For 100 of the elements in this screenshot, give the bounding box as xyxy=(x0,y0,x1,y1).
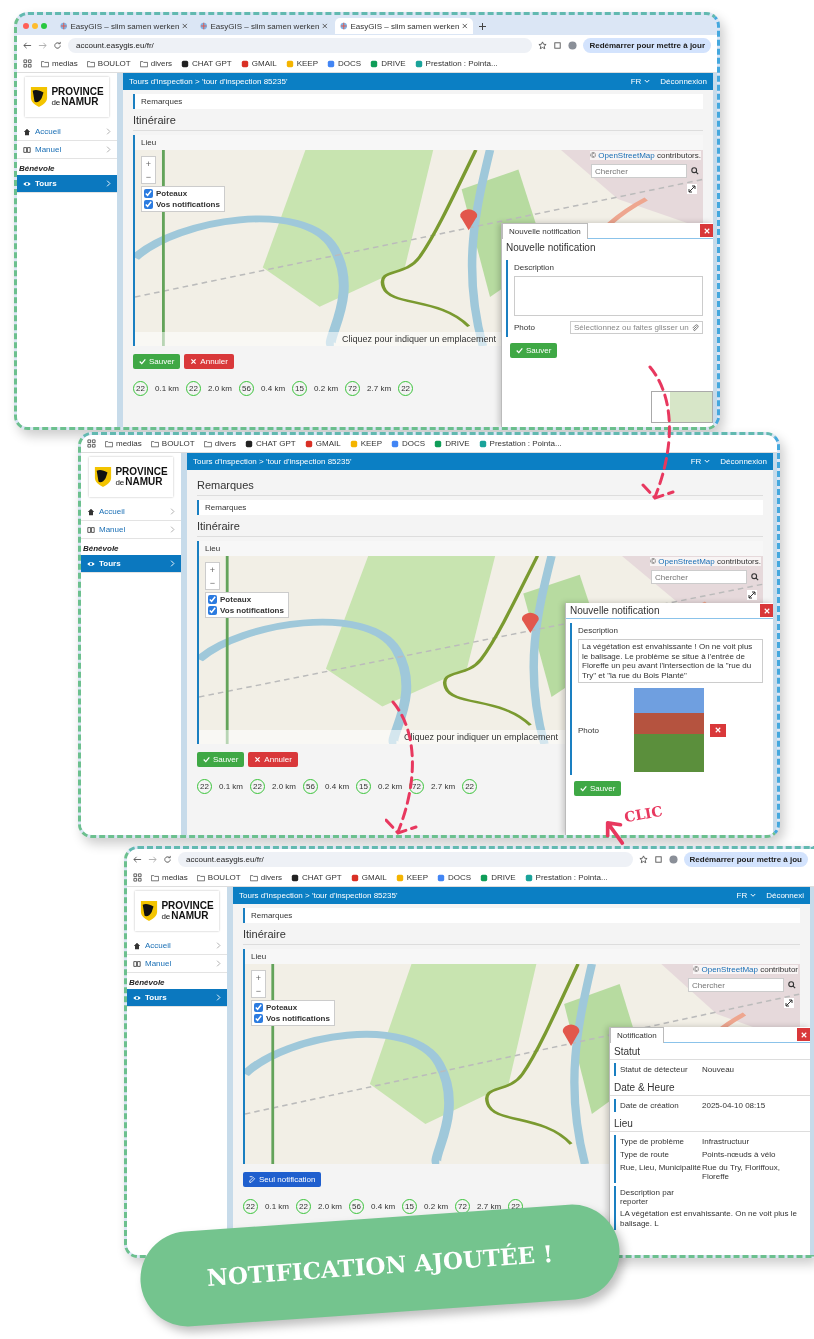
breadcrumb[interactable]: Tours d'inspection > 'tour d'inspection 85235' xyxy=(193,457,681,466)
back-icon[interactable] xyxy=(23,40,32,50)
bookmark[interactable]: divers xyxy=(203,439,237,448)
bookmark[interactable]: divers xyxy=(249,873,283,882)
close-button[interactable] xyxy=(760,604,773,617)
search-field[interactable]: Chercher xyxy=(651,570,747,584)
breadcrumb[interactable]: Tours d'inspection > 'tour d'inspection 85235' xyxy=(239,891,727,900)
bookmark[interactable]: CHAT GPT xyxy=(245,439,296,448)
cancel-button[interactable]: Annuler xyxy=(248,752,298,767)
close-button[interactable] xyxy=(797,1028,810,1041)
attribution-link[interactable]: OpenStreetMap xyxy=(658,557,715,566)
search-field[interactable]: Chercher xyxy=(688,978,784,992)
close-icon[interactable] xyxy=(182,23,188,29)
nav-item[interactable]: Accueil xyxy=(17,123,117,141)
close-icon[interactable] xyxy=(462,23,468,29)
new-tab-icon[interactable] xyxy=(479,22,486,30)
logout-link[interactable]: Déconnexion xyxy=(660,77,707,86)
attribution-link[interactable]: OpenStreetMap xyxy=(701,965,758,974)
bookmark[interactable]: DOCS xyxy=(391,439,426,448)
bookmark[interactable]: medias xyxy=(151,873,188,882)
bookmark[interactable]: DRIVE xyxy=(370,59,406,68)
field-label: Description par reporter xyxy=(620,1188,675,1206)
star-icon[interactable] xyxy=(538,40,548,50)
bookmark[interactable]: DRIVE xyxy=(434,439,470,448)
bookmark[interactable]: BOULOT xyxy=(86,59,131,68)
checkbox[interactable] xyxy=(208,595,217,604)
nav-item[interactable]: Tours xyxy=(17,175,117,193)
bookmark[interactable]: divers xyxy=(139,59,173,68)
close-button[interactable] xyxy=(700,224,713,237)
browser-tab[interactable]: EasyGIS – slim samen werken xyxy=(335,18,473,34)
reload-icon[interactable] xyxy=(53,40,62,50)
language-selector[interactable]: FR xyxy=(630,77,651,86)
bookmark[interactable]: GMAIL xyxy=(240,59,277,68)
bookmark[interactable]: medias xyxy=(41,59,78,68)
restart-button[interactable]: Redémarrer pour mettre à jour xyxy=(583,37,711,53)
back-icon[interactable] xyxy=(133,854,142,864)
language-selector[interactable]: FR xyxy=(690,457,711,466)
attribution-link[interactable]: OpenStreetMap xyxy=(598,151,655,160)
search-icon[interactable] xyxy=(751,573,759,581)
attribution: © OpenStreetMap contributors. xyxy=(590,151,701,160)
search-icon[interactable] xyxy=(691,167,699,175)
logout-link[interactable]: Déconnexi xyxy=(766,891,804,900)
search-field[interactable]: Chercher xyxy=(591,164,687,178)
bookmark[interactable]: BOULOT xyxy=(196,873,241,882)
description-field[interactable]: La végétation est envahissante ! On ne voit plus le balisage. Le problème se situe à l'entrée de Floreffe un peu avant l'intersection de la "rue du Try" et "la rue du Bois Planté" xyxy=(578,639,763,684)
reload-icon[interactable] xyxy=(163,854,172,864)
checkbox[interactable] xyxy=(208,606,217,615)
checkbox[interactable] xyxy=(144,200,153,209)
avatar-icon[interactable] xyxy=(668,854,678,864)
remove-photo-button[interactable] xyxy=(710,723,726,737)
bookmark[interactable]: GMAIL xyxy=(350,873,387,882)
apps-grid-icon[interactable] xyxy=(133,873,142,882)
extension-icon[interactable] xyxy=(653,854,663,864)
bookmark[interactable]: GMAIL xyxy=(304,439,341,448)
browser-tab[interactable]: EasyGIS – slim samen werken xyxy=(195,18,333,34)
checkbox[interactable] xyxy=(144,189,153,198)
nav-item[interactable]: Manuel xyxy=(81,521,181,539)
bookmark[interactable]: BOULOT xyxy=(150,439,195,448)
checkbox[interactable] xyxy=(254,1003,263,1012)
checkbox[interactable] xyxy=(254,1014,263,1023)
edit-button[interactable]: Seul notification xyxy=(243,1172,322,1187)
star-icon[interactable] xyxy=(638,854,648,864)
cancel-button[interactable]: Annuler xyxy=(184,354,234,369)
nav-item[interactable]: Accueil xyxy=(127,937,227,955)
bookmark[interactable]: Prestation : Pointa... xyxy=(414,59,498,68)
address-bar[interactable]: account.easygis.eu/fr/ xyxy=(178,851,633,867)
close-icon xyxy=(703,227,710,234)
close-icon[interactable] xyxy=(322,23,328,29)
restart-button[interactable]: Redémarrer pour mettre à jou xyxy=(683,851,808,867)
apps-grid-icon[interactable] xyxy=(87,439,96,448)
fullscreen-icon[interactable] xyxy=(784,998,794,1008)
nav-item[interactable]: Tours xyxy=(81,555,181,573)
nav-item[interactable]: Manuel xyxy=(17,141,117,159)
language-selector[interactable]: FR xyxy=(736,891,757,900)
bookmark[interactable]: CHAT GPT xyxy=(291,873,342,882)
apps-grid-icon[interactable] xyxy=(23,59,32,68)
search-icon[interactable] xyxy=(788,981,796,989)
nav-item[interactable]: Manuel xyxy=(127,955,227,973)
bookmark[interactable]: CHAT GPT xyxy=(181,59,232,68)
nav-item[interactable]: Tours xyxy=(127,989,227,1007)
breadcrumb[interactable]: Tours d'inspection > 'tour d'inspection 85235' xyxy=(129,77,621,86)
logout-link[interactable]: Déconnexion xyxy=(720,457,767,466)
address-bar[interactable]: account.easygis.eu/fr/ xyxy=(68,37,533,53)
browser-tab[interactable]: EasyGIS – slim samen werken xyxy=(55,18,193,34)
fullscreen-icon[interactable] xyxy=(747,590,757,600)
bookmark[interactable]: KEEP xyxy=(349,439,382,448)
nav-item[interactable]: Accueil xyxy=(81,503,181,521)
avatar-icon[interactable] xyxy=(568,40,578,50)
bookmark[interactable]: Prestation : Pointa... xyxy=(524,873,608,882)
bookmark[interactable]: Prestation : Pointa... xyxy=(478,439,562,448)
file-input[interactable]: Sélectionnez ou faites glisser un xyxy=(570,321,703,334)
bookmark[interactable]: DRIVE xyxy=(480,873,516,882)
bookmark[interactable]: KEEP xyxy=(285,59,318,68)
bookmark[interactable]: KEEP xyxy=(395,873,428,882)
fullscreen-icon[interactable] xyxy=(687,184,697,194)
bookmark[interactable]: DOCS xyxy=(327,59,362,68)
extension-icon[interactable] xyxy=(553,40,563,50)
bookmark[interactable]: medias xyxy=(105,439,142,448)
description-field[interactable] xyxy=(514,276,703,316)
bookmark[interactable]: DOCS xyxy=(437,873,472,882)
